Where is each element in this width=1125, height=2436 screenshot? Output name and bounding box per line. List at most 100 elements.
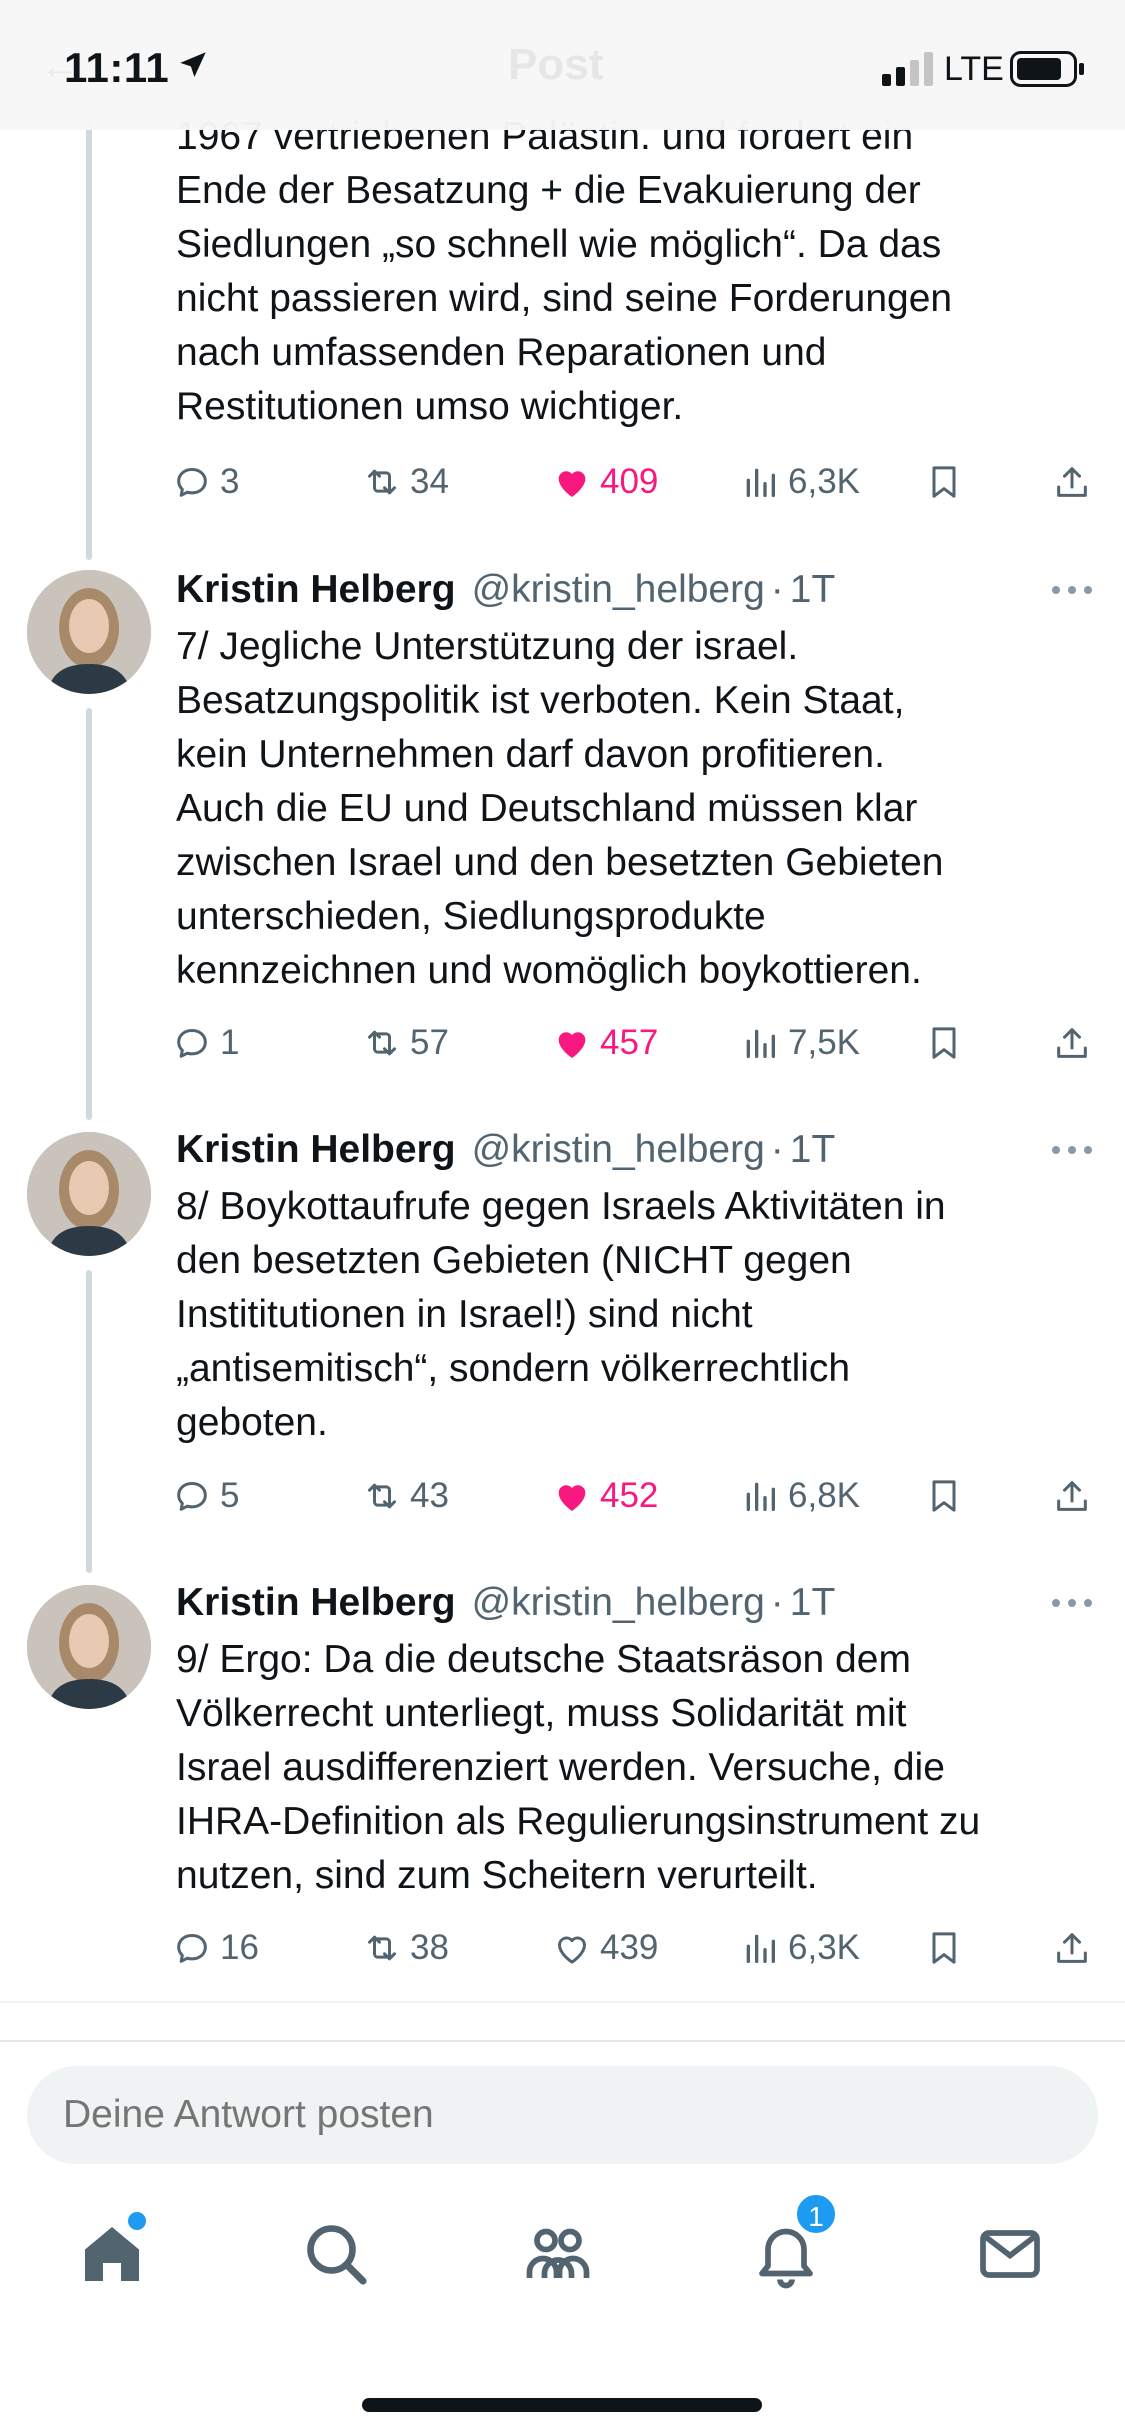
repost-icon (368, 1935, 396, 1961)
author-name[interactable]: Kristin Helberg (176, 1581, 456, 1625)
views-chart-icon (746, 1029, 775, 1058)
bottom-area: 1 (0, 2040, 1125, 2436)
author-name[interactable]: Kristin Helberg (176, 568, 456, 612)
thread-connector (86, 708, 92, 1120)
tweet-header: Kristin Helberg @kristin_helberg · 1T (176, 568, 835, 616)
reply-count: 5 (220, 1476, 240, 1515)
tweet[interactable]: Kristin Helberg @kristin_helberg · 1T 8/… (0, 1120, 1125, 1573)
tweet[interactable]: Kristin Helberg @kristin_helberg · 1T 7/… (0, 560, 1125, 1120)
share-icon (1057, 467, 1087, 497)
tweet-text: 7/ Jegliche Unterstützung der israel. Be… (176, 625, 944, 992)
bookmark-button[interactable] (924, 1923, 972, 1973)
tab-communities[interactable] (522, 2218, 602, 2298)
share-button[interactable] (1052, 1018, 1100, 1068)
notification-count-badge: 1 (794, 2192, 838, 2236)
author-handle[interactable]: @kristin_helberg (472, 1581, 765, 1625)
views-button[interactable]: 6,3K (740, 457, 860, 507)
views-button[interactable]: 7,5K (740, 1018, 860, 1068)
like-button[interactable]: 457 (552, 1018, 658, 1068)
views-count: 6,8K (788, 1476, 860, 1515)
author-handle[interactable]: @kristin_helberg (472, 1128, 765, 1172)
repost-icon (368, 1030, 396, 1056)
network-type: LTE (944, 50, 1004, 88)
tab-notifications[interactable]: 1 (750, 2192, 838, 2298)
tweet-text: 1967 vertriebenen Palästin. und fordert … (176, 115, 953, 428)
repost-count: 34 (410, 462, 449, 501)
separator-dot: · (770, 1581, 784, 1624)
author-handle[interactable]: @kristin_helberg (472, 568, 765, 612)
heart-filled-icon (558, 1485, 586, 1511)
views-button[interactable]: 6,3K (740, 1923, 860, 1973)
like-count: 457 (600, 1023, 659, 1062)
avatar[interactable] (27, 1132, 151, 1256)
repost-button[interactable]: 57 (362, 1018, 449, 1068)
views-count: 7,5K (788, 1023, 860, 1062)
reply-button[interactable]: 5 (172, 1471, 239, 1521)
share-button[interactable] (1052, 457, 1100, 507)
views-count: 6,3K (788, 462, 860, 501)
heart-filled-icon (558, 471, 586, 497)
more-options-icon[interactable] (1050, 1597, 1094, 1609)
views-count: 6,3K (788, 1928, 860, 1967)
like-button[interactable]: 439 (552, 1923, 658, 1973)
views-chart-icon (746, 468, 775, 497)
tweet-text: 9/ Ergo: Da die deutsche Staatsräson dem… (176, 1638, 981, 1897)
home-indicator[interactable] (362, 2398, 762, 2412)
bookmark-icon (932, 466, 956, 498)
views-button[interactable]: 6,8K (740, 1471, 860, 1521)
avatar[interactable] (27, 570, 151, 694)
reply-count: 16 (220, 1928, 259, 1967)
tweet[interactable]: Kristin Helberg @kristin_helberg · 1T 9/… (0, 1573, 1125, 2003)
tweet-header: Kristin Helberg @kristin_helberg · 1T (176, 1581, 835, 1629)
reply-input[interactable] (27, 2066, 1098, 2164)
thread-connector (86, 1270, 92, 1573)
author-name[interactable]: Kristin Helberg (176, 1128, 456, 1172)
more-options-icon[interactable] (1050, 584, 1094, 596)
like-count: 452 (600, 1476, 659, 1515)
bookmark-button[interactable] (924, 457, 972, 507)
tab-search[interactable] (300, 2218, 380, 2298)
post-age: 1T (789, 568, 836, 611)
reply-divider (0, 2040, 1125, 2042)
repost-button[interactable]: 38 (362, 1923, 449, 1973)
reply-button[interactable]: 1 (172, 1018, 239, 1068)
avatar-portrait (27, 1132, 151, 1256)
separator-dot: · (770, 568, 784, 611)
repost-button[interactable]: 43 (362, 1471, 449, 1521)
location-arrow-icon (180, 52, 206, 78)
clock-time: 11:11 (64, 44, 170, 91)
post-thread-screen: 1967 vertriebenen Palästin. und fordert … (0, 0, 1125, 2436)
reply-button[interactable]: 3 (172, 457, 239, 507)
reply-button[interactable]: 16 (172, 1923, 259, 1973)
bookmark-icon (932, 1932, 956, 1964)
header-title: Post (508, 40, 604, 89)
status-bar: ← Post 11:11 LTE (0, 0, 1125, 130)
heart-filled-icon (558, 1032, 586, 1058)
tweet-header: Kristin Helberg @kristin_helberg · 1T (176, 1128, 835, 1176)
like-button[interactable]: 409 (552, 457, 658, 507)
communities-icon (526, 2228, 590, 2278)
repost-button[interactable]: 34 (362, 457, 449, 507)
reply-icon (177, 1482, 207, 1511)
like-count: 439 (600, 1928, 659, 1967)
thread-connector (86, 120, 92, 560)
like-count: 409 (600, 462, 659, 501)
bookmark-button[interactable] (924, 1018, 972, 1068)
search-icon (307, 2225, 367, 2285)
more-options-icon[interactable] (1050, 1144, 1094, 1156)
repost-count: 43 (410, 1476, 449, 1515)
signal-bars-icon (882, 52, 933, 86)
bookmark-icon (932, 1027, 956, 1059)
tab-home[interactable] (76, 2212, 156, 2298)
avatar[interactable] (27, 1585, 151, 1709)
tweet-actions: 16 38 439 6,3K (172, 1923, 1102, 1973)
views-chart-icon (746, 1482, 775, 1511)
tab-messages[interactable] (974, 2218, 1054, 2298)
share-button[interactable] (1052, 1923, 1100, 1973)
tab-bar: 1 (0, 2192, 1125, 2338)
share-button[interactable] (1052, 1471, 1100, 1521)
repost-icon (368, 469, 396, 495)
bookmark-button[interactable] (924, 1471, 972, 1521)
avatar-portrait (27, 570, 151, 694)
like-button[interactable]: 452 (552, 1471, 658, 1521)
